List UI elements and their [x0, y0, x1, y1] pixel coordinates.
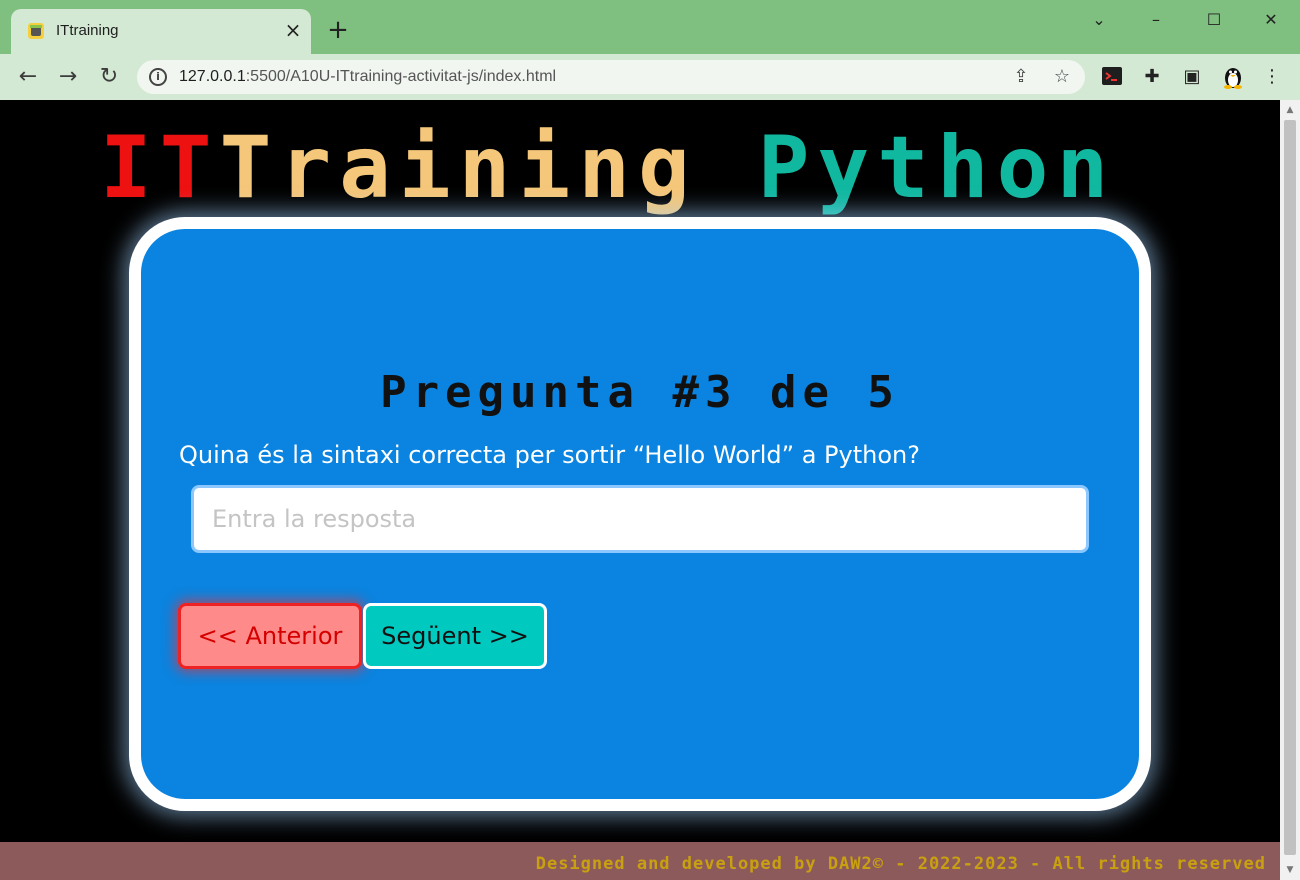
- page-viewport: ITTraining Python Pregunta #3 de 5 Quina…: [0, 100, 1280, 880]
- favicon-icon: [28, 23, 44, 39]
- share-icon[interactable]: ⇪: [1010, 66, 1032, 88]
- kebab-menu-icon[interactable]: ⋮: [1260, 65, 1284, 89]
- back-arrow-icon[interactable]: ←: [14, 63, 42, 91]
- tux-profile-icon[interactable]: [1221, 65, 1245, 89]
- side-panel-icon[interactable]: ▣: [1180, 65, 1204, 89]
- site-title-training: Training: [219, 118, 698, 218]
- previous-button[interactable]: << Anterior: [178, 603, 362, 669]
- maximize-icon[interactable]: ☐: [1199, 8, 1229, 32]
- terminal-extension-icon[interactable]: [1100, 65, 1124, 89]
- site-title-it: IT: [100, 118, 220, 218]
- url-path: :5500/A10U-ITtraining-activitat-js/index…: [245, 68, 557, 85]
- browser-toolbar: ← → ↻ i 127.0.0.1:5500/A10U-ITtraining-a…: [0, 54, 1300, 100]
- info-icon[interactable]: i: [149, 68, 167, 86]
- scroll-down-icon[interactable]: ▼: [1280, 862, 1300, 878]
- star-icon[interactable]: ☆: [1051, 66, 1073, 88]
- answer-input[interactable]: [191, 485, 1089, 553]
- browser-tab[interactable]: ITtraining ×: [11, 9, 311, 54]
- reload-icon[interactable]: ↻: [95, 63, 123, 91]
- question-text: Quina és la sintaxi correcta per sortir …: [179, 441, 920, 469]
- vertical-scrollbar[interactable]: ▲ ▼: [1280, 100, 1300, 880]
- browser-tab-bar: ITtraining × + ⌄ – ☐ ✕: [0, 0, 1300, 54]
- footer: Designed and developed by DAW2© - 2022-2…: [0, 842, 1280, 880]
- url-text[interactable]: 127.0.0.1:5500/A10U-ITtraining-activitat…: [179, 68, 556, 86]
- tab-title: ITtraining: [56, 22, 119, 39]
- question-heading: Pregunta #3 de 5: [380, 367, 900, 418]
- site-title-python: Python: [757, 118, 1117, 218]
- next-button[interactable]: Següent >>: [363, 603, 547, 669]
- scroll-thumb[interactable]: [1284, 120, 1296, 855]
- site-title: ITTraining Python: [100, 118, 1180, 218]
- forward-arrow-icon[interactable]: →: [54, 63, 82, 91]
- minimize-icon[interactable]: –: [1141, 8, 1171, 32]
- tab-search-chevron-icon[interactable]: ⌄: [1084, 8, 1114, 32]
- puzzle-icon[interactable]: ✚: [1140, 65, 1164, 89]
- url-host: 127.0.0.1: [179, 68, 246, 85]
- scroll-up-icon[interactable]: ▲: [1280, 102, 1300, 118]
- new-tab-icon[interactable]: +: [326, 17, 350, 43]
- close-tab-icon[interactable]: ×: [283, 20, 303, 40]
- quiz-card: Pregunta #3 de 5 Quina és la sintaxi cor…: [129, 217, 1151, 811]
- address-bar[interactable]: i 127.0.0.1:5500/A10U-ITtraining-activit…: [137, 60, 1085, 94]
- footer-text: Designed and developed by DAW2© - 2022-2…: [535, 854, 1266, 874]
- close-window-icon[interactable]: ✕: [1256, 8, 1286, 32]
